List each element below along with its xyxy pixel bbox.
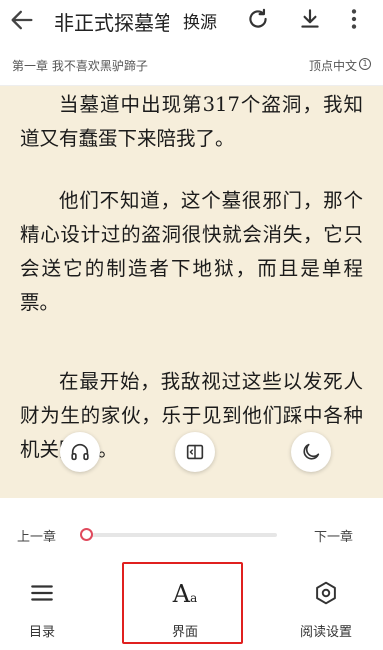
next-chapter-button[interactable]: 下一章 [314,526,353,545]
chapter-title[interactable]: 第一章 我不喜欢黑驴蹄子 [12,57,148,74]
highlight-box [122,562,243,644]
read-settings-label: 阅读设置 [299,625,352,640]
menu-list-icon [31,585,53,601]
auto-page-button[interactable] [175,432,215,472]
progress-slider[interactable] [80,528,277,541]
download-icon[interactable] [297,6,323,32]
chapter-progress: 上一章 下一章 [0,498,383,572]
refresh-icon[interactable] [245,6,271,32]
night-mode-button[interactable] [291,432,331,472]
prev-chapter-button[interactable]: 上一章 [17,526,56,545]
back-arrow-icon[interactable] [8,6,36,34]
paragraph: 他们不知道，这个墓很邪门，那个精心设计过的盗洞很快就会消失，它只会送它的制造者下… [20,189,363,314]
toc-button[interactable]: 目录 [0,572,87,650]
top-bar: 非正式探墓笔记 换源 [0,0,383,40]
headphones-icon [71,443,89,461]
swap-source-button[interactable]: 换源 [183,8,217,33]
chapter-bar: 第一章 我不喜欢黑驴蹄子 顶点中文 1 [0,40,383,86]
paragraph: 当墓道中出现第317个盗洞，我知道又有蠢蛋下来陪我了。 [20,93,363,150]
source-name[interactable]: 顶点中文 [309,57,357,74]
listen-button[interactable] [60,432,100,472]
settings-hexagon-icon [316,581,336,605]
read-settings-button[interactable]: 阅读设置 [281,572,371,650]
source-index-badge: 1 [359,58,371,70]
auto-page-icon [186,444,204,460]
book-title: 非正式探墓笔记 [54,11,169,35]
toc-label: 目录 [28,625,55,640]
progress-slider-thumb[interactable] [80,528,93,541]
more-vertical-icon[interactable] [341,6,367,32]
night-mode-icon [303,443,320,460]
